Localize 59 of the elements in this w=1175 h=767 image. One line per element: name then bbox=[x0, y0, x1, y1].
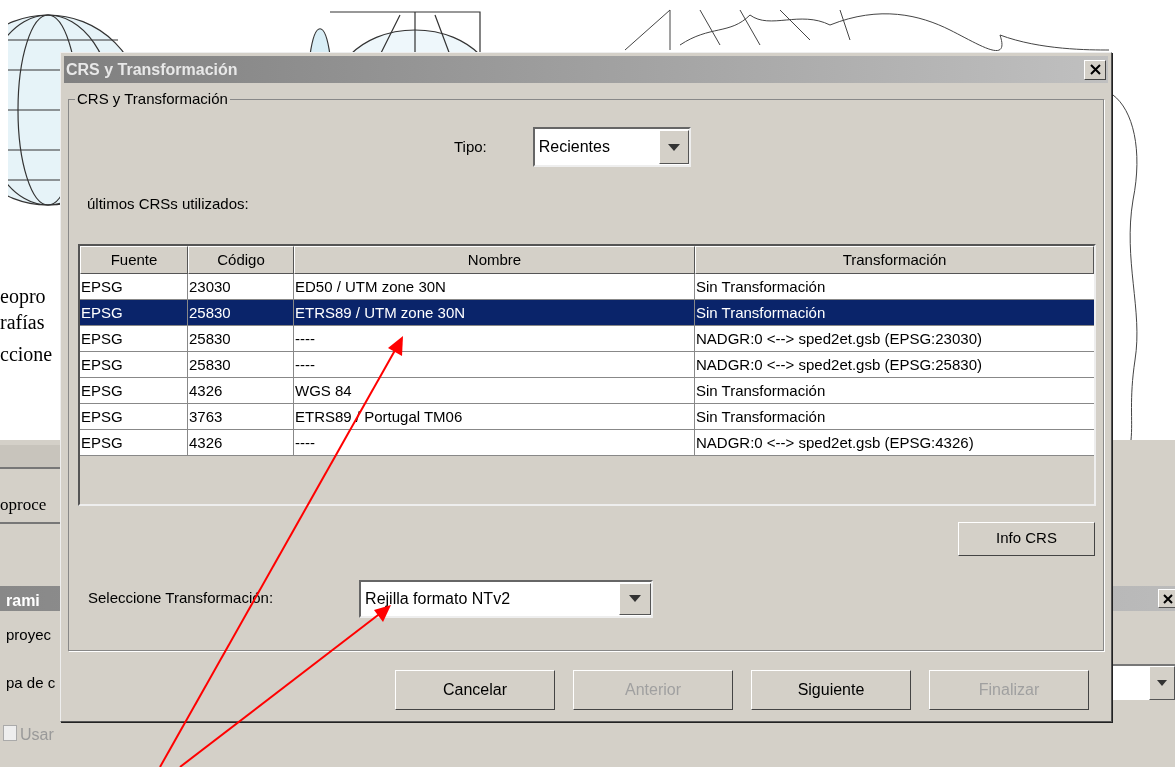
table-cell: ED50 / UTM zone 30N bbox=[294, 273, 695, 299]
list-label: últimos CRSs utilizados: bbox=[87, 194, 250, 214]
table-cell: 4326 bbox=[188, 377, 294, 403]
close-button[interactable] bbox=[1084, 59, 1106, 80]
checkbox-label: Usar bbox=[20, 725, 54, 745]
dropdown[interactable] bbox=[1110, 664, 1175, 700]
table-cell-text: Sin Transformación bbox=[695, 276, 827, 297]
window-title: CRS y Transformación bbox=[66, 59, 238, 80]
type-dropdown[interactable]: Recientes bbox=[532, 127, 691, 167]
table-cell: 3763 bbox=[188, 403, 294, 429]
caret-icon bbox=[1157, 680, 1167, 686]
table-cell: EPSG bbox=[80, 351, 188, 377]
close-icon bbox=[1089, 64, 1101, 75]
transformation-dropdown[interactable]: Rejilla formato NTv2 bbox=[359, 579, 654, 618]
table-row[interactable]: EPSG 25830 ---- NADGR:0 <--> sped2et.gsb (EPSG:23030) bbox=[80, 325, 1094, 352]
table-cell: ETRS89 / UTM zone 30N bbox=[294, 299, 695, 325]
column-header[interactable]: Fuente bbox=[80, 245, 188, 274]
table-cell: WGS 84 bbox=[294, 377, 695, 403]
table-cell-text: Sin Transformación bbox=[695, 380, 827, 401]
table-cell: 25830 bbox=[188, 351, 294, 377]
field-label: proyec bbox=[6, 625, 52, 645]
table-cell: EPSG bbox=[80, 273, 188, 299]
dialog-button[interactable]: Siguiente bbox=[751, 670, 911, 710]
field-label: Tipo: bbox=[454, 136, 487, 157]
table-cell: EPSG bbox=[80, 325, 188, 351]
table-row[interactable]: EPSG 4326 ---- NADGR:0 <--> sped2et.gsb (EPSG:4326) bbox=[80, 429, 1094, 456]
table-cell: 25830 bbox=[188, 325, 294, 351]
field-label: pa de c bbox=[6, 673, 56, 693]
dialog-button[interactable]: Cancelar bbox=[395, 670, 555, 710]
column-header[interactable]: Transformación bbox=[695, 245, 1094, 274]
table-cell-text: Sin Transformación bbox=[695, 406, 827, 427]
info-crs-button[interactable]: Info CRS bbox=[958, 521, 1095, 556]
column-header[interactable]: Nombre bbox=[294, 245, 695, 274]
column-header[interactable]: Código bbox=[188, 245, 294, 274]
table-cell: EPSG bbox=[80, 429, 188, 455]
text-fragment: eopro bbox=[0, 284, 47, 309]
text-fragment: ccione bbox=[0, 342, 53, 367]
table-row[interactable]: EPSG 25830 ETRS89 / UTM zone 30N Sin Transformación bbox=[80, 299, 1094, 326]
text-fragment: rafías bbox=[0, 310, 46, 335]
table-row[interactable]: EPSG 25830 ---- NADGR:0 <--> sped2et.gsb (EPSG:25830) bbox=[80, 351, 1094, 378]
table-cell-text: NADGR:0 <--> sped2et.gsb (EPSG:25830) bbox=[695, 354, 983, 375]
table-cell-text: Sin Transformación bbox=[695, 302, 827, 323]
table-row[interactable]: EPSG 23030 ED50 / UTM zone 30N Sin Transformación bbox=[80, 273, 1094, 300]
window-title: rami bbox=[6, 591, 40, 611]
close-icon bbox=[1163, 593, 1173, 604]
table-cell: 23030 bbox=[188, 273, 294, 299]
table-cell: 25830 bbox=[188, 299, 294, 325]
table-cell-text: NADGR:0 <--> sped2et.gsb (EPSG:4326) bbox=[695, 432, 975, 453]
table-cell-text: NADGR:0 <--> sped2et.gsb (EPSG:23030) bbox=[695, 328, 983, 349]
caret-icon bbox=[629, 595, 642, 602]
table-row[interactable]: EPSG 4326 WGS 84 Sin Transformación bbox=[80, 377, 1094, 404]
table-cell: EPSG bbox=[80, 299, 188, 325]
table-cell: ---- bbox=[294, 429, 695, 455]
table-cell: EPSG bbox=[80, 377, 188, 403]
caret-icon bbox=[667, 143, 680, 151]
checkbox[interactable] bbox=[3, 725, 17, 741]
close-button[interactable] bbox=[1158, 589, 1175, 608]
table-cell: EPSG bbox=[80, 403, 188, 429]
table-cell: 4326 bbox=[188, 429, 294, 455]
